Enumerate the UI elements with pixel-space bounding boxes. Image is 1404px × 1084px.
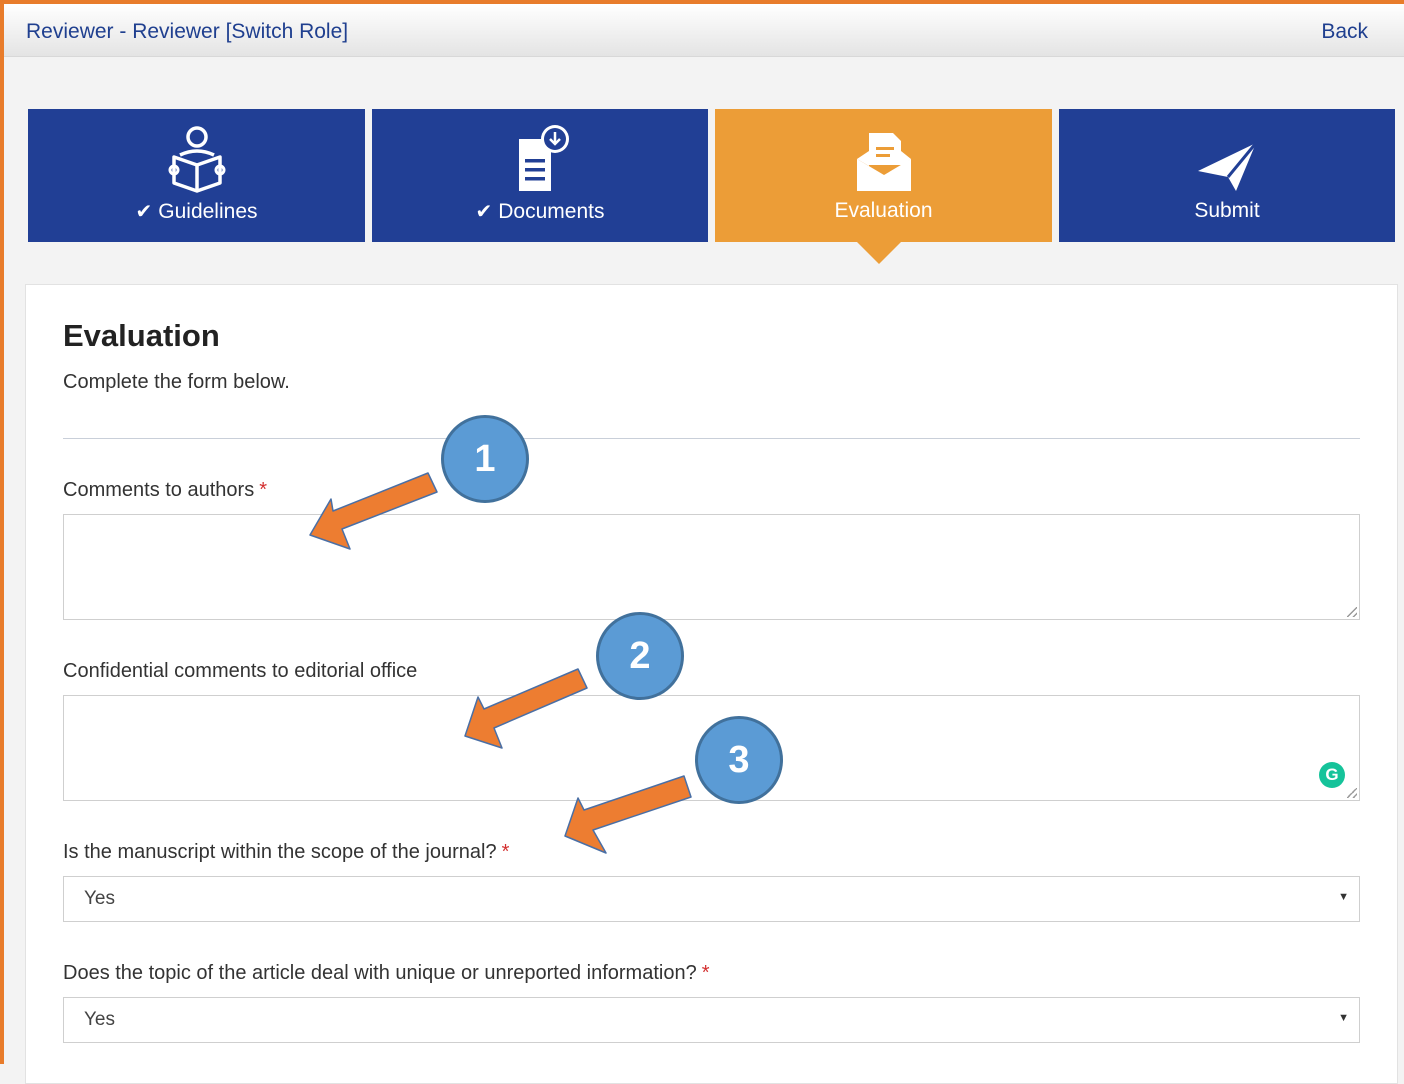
scope-question-label: Is the manuscript within the scope of th… [63, 841, 510, 863]
comments-to-authors-textarea[interactable] [63, 514, 1360, 620]
confidential-comments-label: Confidential comments to editorial offic… [63, 660, 418, 682]
step-submit-label: Submit [1194, 199, 1260, 222]
unique-info-question-label: Does the topic of the article deal with … [63, 962, 710, 984]
grammarly-icon[interactable]: G [1319, 762, 1345, 788]
scope-select[interactable]: Yes ▼ [63, 876, 1360, 922]
callout-2: 2 [596, 612, 684, 700]
step-evaluation[interactable]: Evaluation [715, 109, 1052, 242]
envelope-letter-icon [856, 133, 911, 191]
back-link[interactable]: Back [1321, 20, 1368, 44]
step-documents-label: ✔ Documents [475, 200, 605, 223]
required-marker: * [701, 962, 710, 984]
step-documents[interactable]: ✔ Documents [372, 109, 708, 242]
breadcrumb-role[interactable]: Reviewer [26, 20, 114, 43]
breadcrumb-separator: - [113, 20, 133, 43]
check-icon: ✔ [135, 201, 153, 223]
callout-3: 3 [695, 716, 783, 804]
step-submit[interactable]: Submit [1059, 109, 1395, 242]
paper-plane-icon [1198, 142, 1258, 191]
comments-to-authors-label: Comments to authors * [63, 479, 267, 501]
step-guidelines[interactable]: ✔ Guidelines [28, 109, 365, 242]
active-step-pointer [857, 242, 901, 264]
unique-info-select-value: Yes [84, 1009, 115, 1030]
reader-book-icon [168, 126, 225, 193]
document-download-icon [519, 125, 569, 191]
divider [63, 438, 1360, 439]
callout-1: 1 [441, 415, 529, 503]
step-evaluation-label: Evaluation [834, 199, 933, 222]
required-marker: * [259, 479, 267, 501]
dropdown-arrow-icon: ▼ [1338, 1012, 1349, 1024]
form-instructions: Complete the form below. [63, 371, 290, 393]
dropdown-arrow-icon: ▼ [1338, 891, 1349, 903]
breadcrumb: Reviewer - Reviewer [Switch Role] [26, 20, 348, 44]
scope-select-value: Yes [84, 888, 115, 909]
step-guidelines-label: ✔ Guidelines [135, 200, 258, 223]
resize-handle-icon[interactable] [1347, 788, 1357, 798]
top-bar: Reviewer - Reviewer [Switch Role] Back [4, 4, 1404, 57]
check-icon: ✔ [475, 201, 493, 223]
required-marker: * [501, 841, 510, 863]
switch-role-link[interactable]: Reviewer [Switch Role] [132, 20, 348, 43]
page-title: Evaluation [63, 318, 220, 353]
resize-handle-icon[interactable] [1347, 607, 1357, 617]
unique-info-select[interactable]: Yes ▼ [63, 997, 1360, 1043]
step-wizard: ✔ Guidelines ✔ Documents Evaluation Subm… [28, 109, 1395, 242]
